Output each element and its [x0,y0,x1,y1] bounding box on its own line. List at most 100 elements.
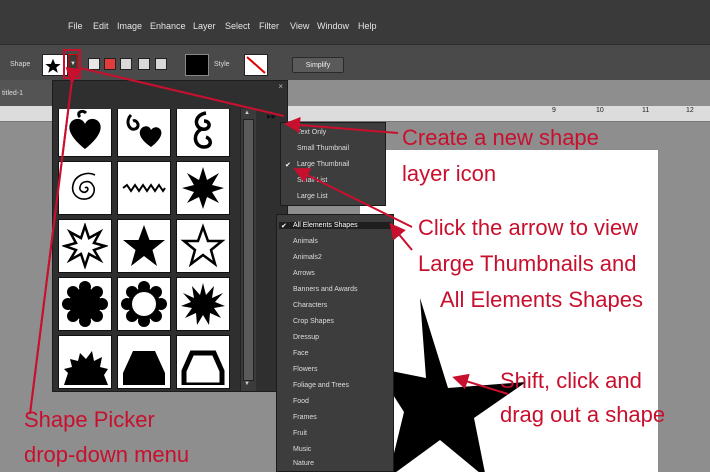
menu-item-arrows[interactable]: Arrows [293,270,315,277]
menu-item-dressup[interactable]: Dressup [293,334,319,341]
annotation-picker-line2: drop-down menu [24,442,190,467]
menu-item-nature[interactable]: Nature [293,460,314,467]
menu-item-food[interactable]: Food [293,398,309,405]
intersect-shape-button[interactable] [138,58,150,70]
shape-cell[interactable] [58,277,112,331]
annotation-create-line1: Create a new shape [402,125,599,150]
shape-cell[interactable] [117,109,171,157]
menu-item-small-list[interactable]: Small List [297,177,327,184]
menu-item-banners-and-awards[interactable]: Banners and Awards [293,286,357,293]
shape-picker-scrollbar[interactable]: ▲ ▼ [240,109,256,391]
shape-cell[interactable] [117,277,171,331]
scrollbar-thumb[interactable] [243,119,254,381]
scroll-up-icon[interactable]: ▲ [244,110,250,116]
menu-edit[interactable]: Edit [93,21,109,31]
menu-layer[interactable]: Layer [193,21,216,31]
menu-item-face[interactable]: Face [293,350,309,357]
shape-cell[interactable] [58,109,112,157]
shape-cell[interactable] [117,161,171,215]
menu-item-crop-shapes[interactable]: Crop Shapes [293,318,334,325]
menu-bar: File Edit Image Enhance Layer Select Fil… [0,0,710,44]
exclude-shape-button[interactable] [155,58,167,70]
annotation-click-line3: All Elements Shapes [440,287,643,312]
star-outline-icon [180,223,226,268]
heart-scroll-icon [126,113,162,147]
scroll-ornament-icon [193,111,212,149]
annotation-shift-line2: drag out a shape [500,402,666,427]
shape-cell[interactable] [58,219,112,273]
sunburst-icon [181,283,225,325]
star-icon [123,225,165,266]
simplify-button[interactable]: Simplify [292,57,344,73]
shape-cell[interactable] [176,109,230,157]
menu-item-large-list[interactable]: Large List [297,193,328,200]
ruler-number: 9 [552,107,556,114]
menu-item-large-thumbnail[interactable]: Large Thumbnail [297,161,349,168]
annotation-picker-line1: Shape Picker [24,407,155,432]
shape-label: Shape [10,61,31,68]
shape-cell[interactable] [117,219,171,273]
menu-item-flowers[interactable]: Flowers [293,366,318,373]
menu-image[interactable]: Image [117,21,142,31]
spiral-icon [71,172,96,200]
no-style-icon [246,56,266,74]
trapezoid-outline-icon [181,350,225,385]
scalloped-circle-icon [62,281,108,327]
half-burst-icon [64,351,108,385]
menu-item-animals[interactable]: Animals [293,238,318,245]
ruler-number: 12 [686,107,694,114]
menu-help[interactable]: Help [358,21,377,31]
options-bar: Shape ▼ Style Simplify [0,44,710,80]
shape-cell[interactable] [176,161,230,215]
heart-flourish-icon [69,109,101,149]
menu-item-fruit[interactable]: Fruit [293,430,307,437]
menu-view[interactable]: View [290,21,309,31]
shape-picker-panel: × ▲ ▼ ▸▸ [52,80,288,392]
close-icon[interactable]: × [278,82,283,91]
annotation-shift-line1: Shift, click and [500,368,642,393]
shape-picker-dropdown[interactable]: ▼ [68,54,78,76]
menu-item-all-elements-shapes[interactable]: All Elements Shapes [279,222,391,229]
star-icon [45,58,61,73]
shape-cell[interactable] [176,277,230,331]
shape-grid [58,109,234,391]
menu-item-small-thumbnail[interactable]: Small Thumbnail [297,145,349,152]
check-icon: ✔ [281,223,287,230]
menu-select[interactable]: Select [225,21,250,31]
check-icon: ✔ [285,162,291,169]
style-picker-button[interactable] [244,54,268,76]
zigzag-line-icon [122,183,166,193]
menu-file[interactable]: File [68,21,83,31]
shape-picker-button[interactable] [42,54,68,76]
annotation-click-line2: Large Thumbnails and [418,251,637,276]
document-tab[interactable]: titled-1 [0,80,60,106]
scalloped-ring-icon [121,281,167,327]
view-mode-menu: Text Only Small Thumbnail ✔ Large Thumbn… [280,122,386,206]
shape-cell[interactable] [117,335,171,389]
menu-item-animals2[interactable]: Animals2 [293,254,322,261]
burst-outline-icon [62,223,108,269]
menu-filter[interactable]: Filter [259,21,279,31]
annotation-create-line2: layer icon [402,161,497,186]
color-swatch[interactable] [185,54,209,76]
scroll-down-icon[interactable]: ▼ [244,381,250,387]
menu-enhance[interactable]: Enhance [150,21,186,31]
shape-cell[interactable] [58,335,112,389]
picker-menu-arrow-icon[interactable]: ▸▸ [267,111,276,122]
menu-item-frames[interactable]: Frames [293,414,317,421]
shape-library-menu: All Elements Shapes ✔ Animals Animals2 A… [276,214,394,472]
menu-window[interactable]: Window [317,21,349,31]
new-shape-layer-button[interactable] [88,58,100,70]
subtract-shape-button[interactable] [120,58,132,70]
shape-cell[interactable] [176,335,230,389]
menu-item-characters[interactable]: Characters [293,302,327,309]
annotation-click-line1: Click the arrow to view [418,215,639,240]
menu-item-music[interactable]: Music [293,446,311,453]
menu-item-text-only[interactable]: Text Only [297,129,326,136]
style-label: Style [214,61,230,68]
shape-cell[interactable] [176,219,230,273]
menu-item-foliage-and-trees[interactable]: Foliage and Trees [293,382,349,389]
ruler-number: 11 [642,107,650,114]
add-to-shape-button[interactable] [104,58,116,70]
shape-cell[interactable] [58,161,112,215]
